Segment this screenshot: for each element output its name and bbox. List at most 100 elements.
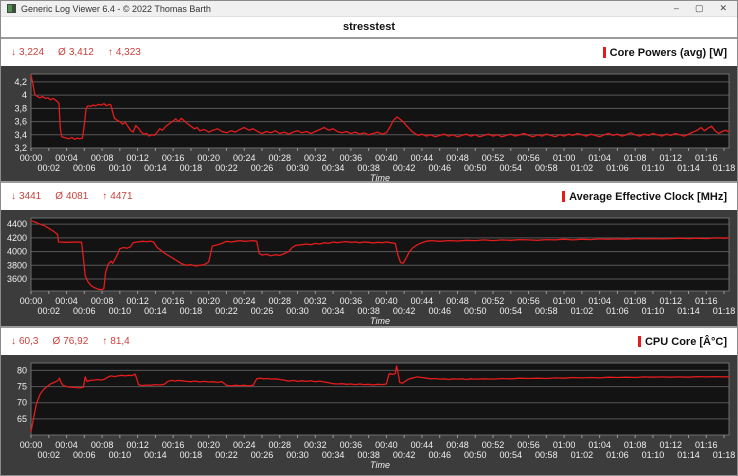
svg-text:00:22: 00:22: [215, 450, 238, 460]
svg-text:01:10: 01:10: [642, 163, 665, 173]
svg-text:3,6: 3,6: [14, 117, 27, 127]
svg-text:00:00: 00:00: [20, 440, 43, 450]
legend-core-powers: Core Powers (avg) [W]: [602, 46, 727, 59]
stat-min: ↓ 3441: [11, 191, 42, 202]
svg-text:01:02: 01:02: [571, 163, 594, 173]
legend-color-bar: [562, 191, 566, 202]
svg-text:00:06: 00:06: [73, 306, 96, 316]
svg-text:00:18: 00:18: [180, 163, 203, 173]
svg-text:01:00: 01:00: [553, 296, 576, 306]
svg-text:00:04: 00:04: [55, 440, 78, 450]
min-arrow-icon: ↓: [11, 191, 16, 202]
stat-max: ↑ 81,4: [102, 336, 130, 347]
svg-text:00:56: 00:56: [517, 296, 540, 306]
stat-avg: Ø 3,412: [58, 47, 94, 58]
svg-text:00:20: 00:20: [197, 440, 220, 450]
svg-text:00:22: 00:22: [215, 306, 238, 316]
svg-text:00:42: 00:42: [393, 306, 416, 316]
legend-label: Core Powers (avg) [W]: [609, 46, 727, 59]
svg-text:00:32: 00:32: [304, 440, 327, 450]
svg-text:00:58: 00:58: [535, 163, 558, 173]
svg-text:00:04: 00:04: [55, 296, 78, 306]
svg-text:00:24: 00:24: [233, 440, 256, 450]
svg-text:4000: 4000: [7, 247, 27, 257]
window-title: Generic Log Viewer 6.4 - © 2022 Thomas B…: [21, 3, 211, 14]
svg-text:3600: 3600: [7, 274, 27, 284]
svg-text:01:00: 01:00: [553, 440, 576, 450]
svg-text:00:18: 00:18: [180, 450, 203, 460]
stat-avg: Ø 76,92: [52, 336, 89, 347]
svg-text:01:04: 01:04: [588, 153, 611, 163]
svg-text:3,2: 3,2: [14, 143, 27, 153]
svg-text:01:06: 01:06: [606, 163, 629, 173]
svg-text:00:02: 00:02: [38, 163, 61, 173]
svg-text:00:10: 00:10: [109, 306, 132, 316]
svg-text:00:36: 00:36: [340, 153, 363, 163]
svg-text:01:00: 01:00: [553, 153, 576, 163]
svg-text:00:38: 00:38: [357, 306, 380, 316]
legend-color-bar: [637, 336, 641, 347]
svg-text:00:52: 00:52: [482, 153, 505, 163]
svg-text:00:14: 00:14: [144, 450, 167, 460]
svg-text:00:36: 00:36: [340, 296, 363, 306]
svg-text:00:48: 00:48: [446, 153, 469, 163]
title-bar: Generic Log Viewer 6.4 - © 2022 Thomas B…: [1, 1, 737, 17]
svg-text:Time: Time: [370, 316, 390, 326]
svg-text:00:26: 00:26: [251, 450, 274, 460]
svg-text:01:16: 01:16: [695, 440, 718, 450]
svg-text:00:12: 00:12: [126, 153, 149, 163]
svg-text:00:50: 00:50: [464, 163, 487, 173]
svg-text:3,4: 3,4: [14, 130, 27, 140]
avg-icon: Ø: [55, 191, 64, 202]
svg-text:00:40: 00:40: [375, 296, 398, 306]
svg-text:00:44: 00:44: [411, 440, 434, 450]
close-button[interactable]: ✕: [719, 4, 727, 13]
svg-text:01:08: 01:08: [624, 296, 647, 306]
stat-max: ↑ 4471: [102, 191, 133, 202]
svg-text:00:08: 00:08: [91, 296, 114, 306]
svg-text:00:16: 00:16: [162, 440, 185, 450]
svg-text:70: 70: [17, 398, 27, 408]
svg-text:00:28: 00:28: [269, 153, 292, 163]
svg-text:01:12: 01:12: [659, 440, 682, 450]
svg-text:00:54: 00:54: [500, 306, 523, 316]
svg-text:01:04: 01:04: [588, 440, 611, 450]
min-arrow-icon: ↓: [11, 47, 16, 58]
svg-text:01:10: 01:10: [642, 306, 665, 316]
svg-text:00:46: 00:46: [428, 163, 451, 173]
svg-text:00:58: 00:58: [535, 306, 558, 316]
svg-text:00:42: 00:42: [393, 450, 416, 460]
svg-text:00:32: 00:32: [304, 296, 327, 306]
svg-text:00:00: 00:00: [20, 153, 43, 163]
legend-effective-clock: Average Effective Clock [MHz]: [562, 191, 727, 203]
svg-text:Time: Time: [370, 460, 390, 470]
svg-text:00:50: 00:50: [464, 450, 487, 460]
maximize-button[interactable]: ▢: [695, 4, 704, 13]
minimize-button[interactable]: –: [674, 4, 679, 13]
svg-text:00:54: 00:54: [500, 163, 523, 173]
svg-text:01:18: 01:18: [713, 450, 736, 460]
svg-text:00:08: 00:08: [91, 440, 114, 450]
chart-effective-clock[interactable]: 4400 4200 4000 3800 3600 00:00 00:02 00:04 00:06…: [1, 210, 737, 326]
svg-text:01:04: 01:04: [588, 296, 611, 306]
app-icon: [7, 4, 16, 13]
svg-text:80: 80: [17, 365, 27, 375]
svg-text:00:24: 00:24: [233, 153, 256, 163]
chart-core-powers[interactable]: 4,2 4 3,8 3,6 3,4 3,2 00:00 00:02 00:04 00:06 00:0…: [1, 66, 737, 183]
svg-text:00:38: 00:38: [357, 163, 380, 173]
svg-text:00:54: 00:54: [500, 450, 523, 460]
chart-cpu-core[interactable]: 80 75 70 65 00:00 00:02 00:04 00:06 00:08 00:10 00…: [1, 355, 737, 475]
log-header: stresstest: [1, 17, 737, 37]
svg-text:65: 65: [17, 414, 27, 424]
svg-text:00:40: 00:40: [375, 440, 398, 450]
svg-text:01:12: 01:12: [659, 153, 682, 163]
svg-text:00:34: 00:34: [322, 450, 345, 460]
svg-text:01:06: 01:06: [606, 450, 629, 460]
svg-text:01:06: 01:06: [606, 306, 629, 316]
stats-row-cpu-core: ↓ 60,3 Ø 76,92 ↑ 81,4 CPU Core [Â°C]: [1, 328, 737, 355]
svg-text:00:52: 00:52: [482, 296, 505, 306]
svg-text:00:40: 00:40: [375, 153, 398, 163]
svg-text:00:42: 00:42: [393, 163, 416, 173]
svg-text:00:36: 00:36: [340, 440, 363, 450]
svg-text:01:02: 01:02: [571, 306, 594, 316]
